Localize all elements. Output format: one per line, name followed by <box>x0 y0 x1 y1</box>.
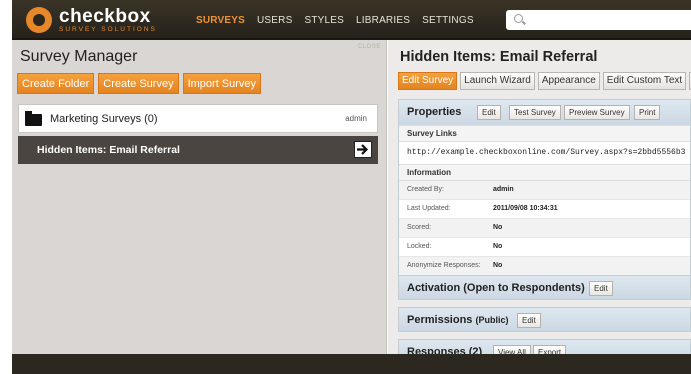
folder-label: Marketing Surveys (0) <box>50 113 158 125</box>
info-row: Created By: admin <box>399 181 690 200</box>
launch-wizard-button[interactable]: Launch Wizard <box>460 72 535 90</box>
selected-survey-label: Hidden Items: Email Referral <box>37 144 180 156</box>
footer-bar <box>12 354 691 374</box>
responses-title: Responses (2) <box>407 346 483 354</box>
main-nav: SURVEYS USERS STYLES LIBRARIES SETTINGS <box>196 15 486 26</box>
edit-custom-text-button[interactable]: Edit Custom Text <box>602 72 687 90</box>
logo-tagline: SURVEY SOLUTIONS <box>59 25 157 33</box>
arrow-right-icon[interactable] <box>354 141 372 158</box>
folder-row[interactable]: Marketing Surveys (0) admin <box>18 104 378 133</box>
nav-libraries[interactable]: LIBRARIES <box>356 15 410 26</box>
nav-styles[interactable]: STYLES <box>304 15 344 26</box>
survey-manager-panel: Survey Manager CLOSE Create Folder Creat… <box>12 40 387 354</box>
print-button[interactable]: Print <box>634 105 661 120</box>
permissions-section: Permissions (Public) Edit <box>398 307 691 332</box>
properties-header: Properties Edit Test Survey Preview Surv… <box>399 100 690 125</box>
folder-owner: admin <box>345 114 367 123</box>
selected-survey-row[interactable]: Hidden Items: Email Referral <box>18 136 378 164</box>
survey-list: Marketing Surveys (0) admin Hidden Items… <box>18 104 378 164</box>
close-button[interactable]: CLOSE <box>358 44 381 50</box>
left-actions: Create Folder Create Survey Import Surve… <box>17 73 265 94</box>
survey-url[interactable]: http://example.checkboxonline.com/Survey… <box>399 142 690 164</box>
logo-name: checkbox <box>59 5 151 27</box>
properties-edit-button[interactable]: Edit <box>477 105 501 120</box>
nav-users[interactable]: USERS <box>257 15 292 26</box>
survey-title: Hidden Items: Email Referral <box>400 49 598 65</box>
info-row: Anonymize Responses: No <box>399 257 690 276</box>
nav-surveys[interactable]: SURVEYS <box>196 15 245 26</box>
information-header: Information <box>399 164 690 181</box>
permissions-edit-button[interactable]: Edit <box>517 313 541 328</box>
appearance-button[interactable]: Appearance <box>537 72 600 90</box>
survey-links-header: Survey Links <box>399 125 690 142</box>
view-all-button[interactable]: View All <box>493 345 531 354</box>
info-row: Last Updated: 2011/09/08 10:34:31 <box>399 200 690 219</box>
info-row: Locked: No <box>399 238 690 257</box>
top-navigation-bar: checkbox SURVEY SOLUTIONS SURVEYS USERS … <box>12 0 691 40</box>
activation-edit-button[interactable]: Edit <box>589 281 613 296</box>
properties-title: Properties <box>407 106 462 118</box>
responses-section: Responses (2) View All Export <box>398 339 691 354</box>
nav-settings[interactable]: SETTINGS <box>422 15 474 26</box>
create-folder-button[interactable]: Create Folder <box>17 73 95 94</box>
permissions-title: Permissions <box>407 314 473 326</box>
import-survey-button[interactable]: Import Survey <box>182 73 262 94</box>
activation-title: Activation (Open to Respondents) <box>407 282 585 294</box>
edit-survey-button[interactable]: Edit Survey <box>398 72 458 90</box>
search-input[interactable] <box>506 10 691 30</box>
activation-section: Activation (Open to Respondents) Edit <box>398 275 691 300</box>
info-row: Scored: No <box>399 219 690 238</box>
test-survey-button[interactable]: Test Survey <box>509 105 561 120</box>
create-survey-button[interactable]: Create Survey <box>98 73 179 94</box>
export-button[interactable]: Export <box>533 345 567 354</box>
properties-section: Properties Edit Test Survey Preview Surv… <box>398 99 691 277</box>
preview-survey-button[interactable]: Preview Survey <box>564 105 630 120</box>
folder-icon <box>25 111 42 126</box>
logo-icon <box>26 7 52 33</box>
survey-detail-panel: Hidden Items: Email Referral Edit Survey… <box>388 40 691 354</box>
survey-toolbar: Edit Survey Launch Wizard Appearance Edi… <box>398 72 691 90</box>
checkbox-logo[interactable]: checkbox SURVEY SOLUTIONS <box>26 5 157 35</box>
panel-title: Survey Manager <box>20 48 138 65</box>
search-icon <box>514 14 523 23</box>
permissions-badge: (Public) <box>475 315 509 325</box>
